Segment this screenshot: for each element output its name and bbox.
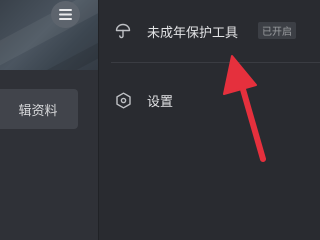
hamburger-icon	[59, 9, 72, 20]
edit-profile-button[interactable]: 辑资料	[0, 89, 78, 129]
status-badge: 已开启	[258, 22, 296, 39]
profile-panel: 辑资料	[0, 0, 98, 240]
profile-cover-image	[0, 0, 98, 70]
settings-panel: 未成年保护工具 已开启 设置	[99, 0, 320, 240]
menu-button[interactable]	[51, 1, 80, 28]
hexagon-settings-icon	[114, 91, 132, 109]
settings-label: 设置	[147, 94, 174, 110]
minor-protection-label: 未成年保护工具	[147, 25, 239, 41]
edit-profile-label: 辑资料	[18, 103, 58, 119]
minor-protection-row[interactable]: 未成年保护工具 已开启	[99, 19, 320, 43]
umbrella-icon	[114, 22, 132, 40]
screen: 辑资料 未成年保护工具 已开启 设置	[0, 0, 320, 240]
row-divider	[111, 62, 320, 63]
settings-row[interactable]: 设置	[99, 88, 320, 112]
